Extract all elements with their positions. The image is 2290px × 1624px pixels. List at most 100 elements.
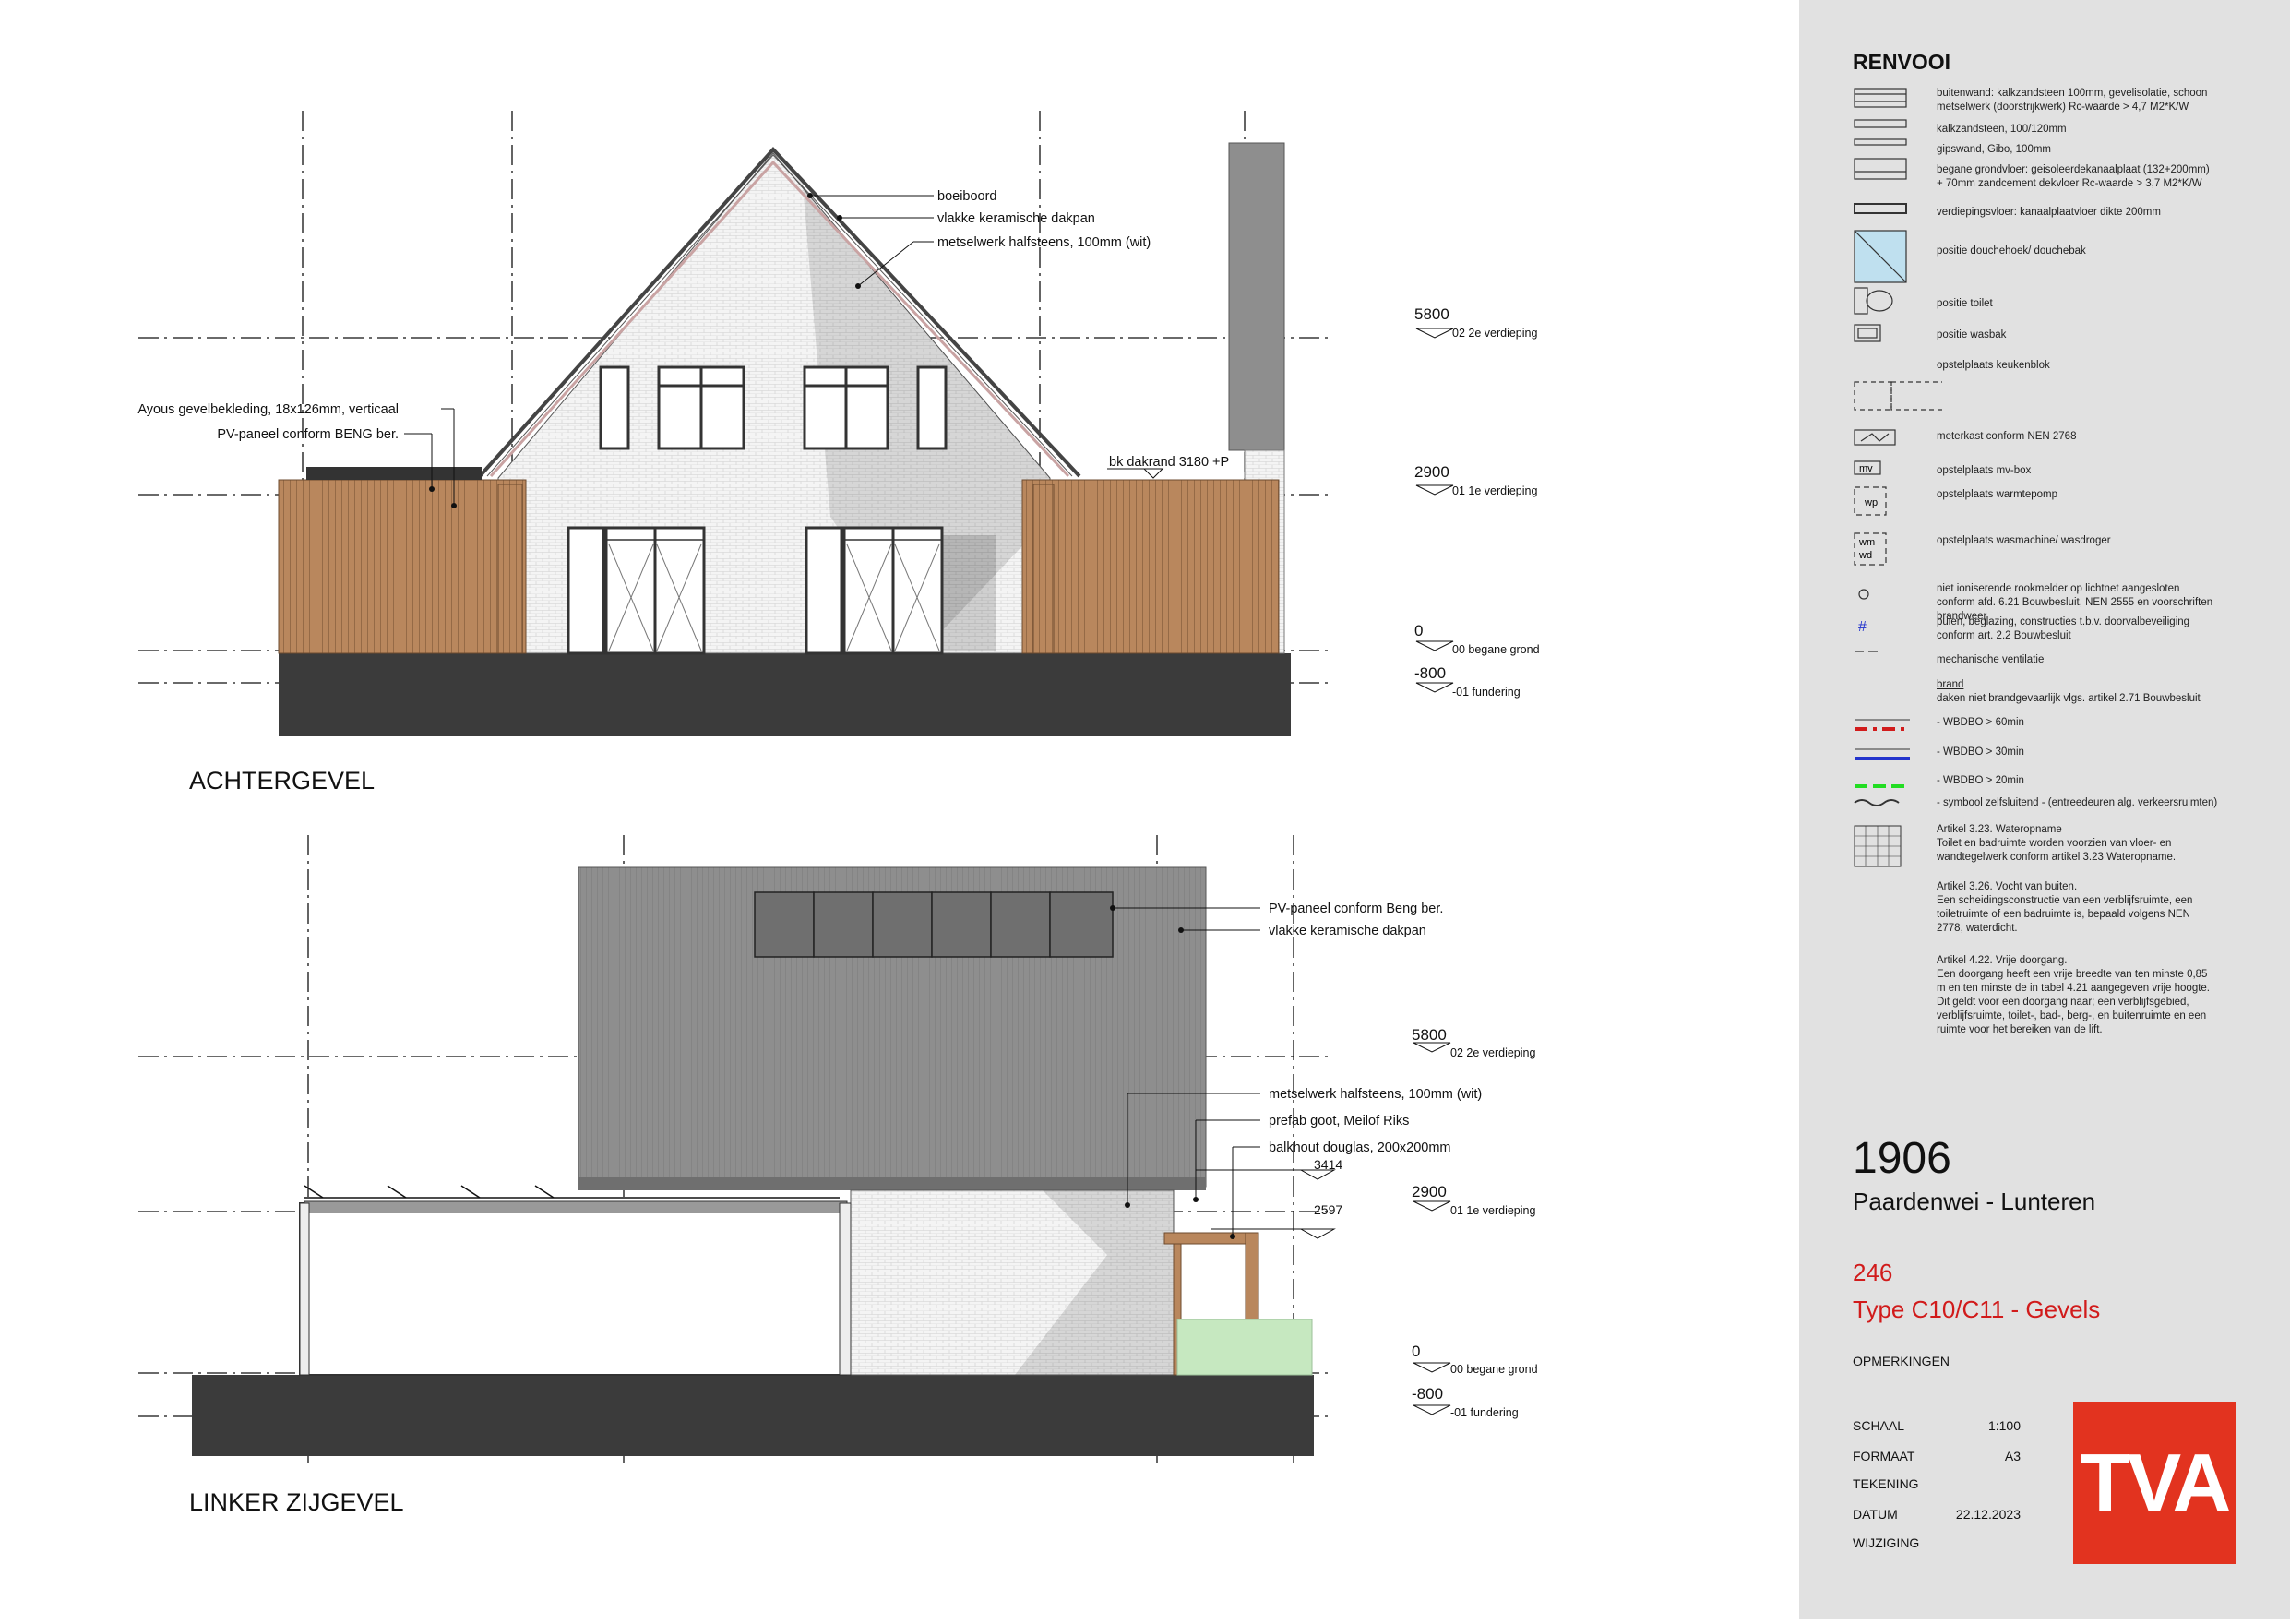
svg-text:2900: 2900 (1414, 463, 1449, 481)
legend-item-3: gipswand, Gibo, 100mm (1937, 144, 2052, 155)
legend-item-9: opstelplaats keukenblok (1937, 360, 2050, 371)
meter-cabinet-icon (1854, 429, 1896, 446)
side-panel: RENVOOI # mv wp wm wd buitenwand: kalkza… (1799, 0, 2290, 1619)
article-3-23: Artikel 3.23. Wateropname Toilet en badr… (1937, 824, 2177, 863)
rear-level-2900: 2900 01 1e verdieping (1414, 463, 1537, 497)
left-green-screen (1176, 1319, 1313, 1376)
article-3-26: Artikel 3.26. Vocht van buiten. Een sche… (1937, 881, 2193, 934)
left-level-5800: 5800 02 2e verdieping (1412, 1026, 1535, 1059)
legend-item-7: positie toilet (1937, 298, 1993, 309)
floor-slab-icon (1854, 203, 1907, 214)
smoke-detector-icon (1858, 589, 1869, 600)
legend-item-10: meterkast conform NEN 2768 (1937, 431, 2077, 442)
svg-text:-01 fundering: -01 fundering (1452, 686, 1521, 699)
legend-item-2: kalkzandsteen, 100/120mm (1937, 124, 2067, 135)
kitchen-icon (1854, 381, 1892, 411)
left-elevation: PV-paneel conform Beng ber. vlakke keram… (138, 835, 1538, 1516)
scale-value: 1:100 (1987, 1418, 2021, 1433)
drawing-title: Type C10/C11 - Gevels (1853, 1296, 2101, 1323)
rear-label-pv: PV-paneel conform BENG ber. (217, 427, 399, 442)
svg-text:0: 0 (1412, 1343, 1420, 1360)
wbdbo-30: - WBDBO > 30min (1937, 746, 2024, 758)
rear-foundation (279, 653, 1291, 736)
drawing-area: boeiboord vlakke keramische dakpan metse… (0, 0, 1799, 1619)
left-level-2900: 2900 01 1e verdieping (1412, 1183, 1535, 1217)
legend-item-1: buitenwand: kalkzandsteen 100mm, gevelis… (1937, 88, 2208, 113)
toilet-icon (1854, 287, 1868, 315)
left-title: LINKER ZIJGEVEL (189, 1488, 404, 1516)
legend-title: RENVOOI (1853, 50, 1951, 74)
self-closing-note: - symbool zelfsluitend - (entreedeuren a… (1937, 797, 2218, 808)
svg-text:00 begane grond: 00 begane grond (1452, 643, 1540, 656)
svg-text:02 2e verdieping: 02 2e verdieping (1450, 1046, 1535, 1059)
left-dim-1: 3414 (1314, 1157, 1342, 1172)
left-label-roof: vlakke keramische dakpan (1269, 924, 1426, 938)
ground-floor-icon (1854, 158, 1907, 180)
wbdbo-60: - WBDBO > 60min (1937, 717, 2024, 728)
legend-item-15: puien, beglazing, constructies t.b.v. do… (1937, 616, 2190, 641)
svg-text:mv: mv (1859, 463, 1873, 474)
project-name: Paardenwei - Lunteren (1853, 1188, 2096, 1215)
legend-item-13: opstelplaats wasmachine/ wasdroger (1937, 535, 2111, 546)
rear-label-roof: vlakke keramische dakpan (937, 211, 1095, 226)
article-4-22: Artikel 4.22. Vrije doorgang. Een doorga… (1937, 955, 2211, 1035)
drawing-number: 246 (1853, 1259, 1893, 1286)
left-label-beam: balkhout douglas, 200x200mm (1269, 1140, 1451, 1155)
svg-text:-01 fundering: -01 fundering (1450, 1406, 1519, 1419)
fall-protection-icon: # (1858, 619, 1867, 635)
svg-text:wm: wm (1858, 537, 1875, 548)
svg-text:5800: 5800 (1412, 1026, 1447, 1044)
svg-text:-800: -800 (1412, 1385, 1443, 1403)
svg-text:0: 0 (1414, 622, 1423, 639)
legend-item-4: begane grondvloer: geisoleerdekanaalplaa… (1937, 164, 2210, 189)
wbdbo-20: - WBDBO > 20min (1937, 775, 2024, 786)
rear-level-0: 0 00 begane grond (1414, 622, 1540, 656)
svg-text:-800: -800 (1414, 664, 1446, 682)
legend-item-5: verdiepingsvloer: kanaalplaatvloer dikte… (1937, 207, 2161, 218)
left-pv-panels (754, 891, 1114, 958)
left-label-masonry: metselwerk halfsteens, 100mm (wit) (1269, 1087, 1482, 1102)
rear-chimney (1228, 142, 1285, 451)
rear-title: ACHTERGEVEL (189, 767, 375, 794)
scale-label: SCHAAL (1853, 1418, 1905, 1433)
rear-elevation: boeiboord vlakke keramische dakpan metse… (137, 111, 1540, 794)
svg-text:wd: wd (1858, 550, 1872, 561)
rear-label-fascia: boeiboord (937, 189, 997, 204)
rear-level-5800: 5800 02 2e verdieping (1414, 305, 1537, 340)
rear-label-cladding: Ayous gevelbekleding, 18x126mm, verticaa… (137, 402, 399, 417)
gypsum-wall-icon (1854, 138, 1907, 146)
elevations-svg: boeiboord vlakke keramische dakpan metse… (137, 111, 1540, 1516)
rear-label-eave: bk dakrand 3180 +P (1109, 455, 1229, 470)
left-level-min800: -800 -01 fundering (1412, 1385, 1519, 1419)
revision-label: WIJZIGING (1853, 1535, 1920, 1550)
project-number: 1906 (1853, 1134, 1951, 1183)
left-pergola-beam (1163, 1232, 1258, 1245)
tva-logo: TVA (2073, 1402, 2236, 1564)
self-closing-icon (1854, 799, 1900, 806)
brand-heading: brand (1937, 679, 1964, 690)
svg-text:01 1e verdieping: 01 1e verdieping (1450, 1204, 1535, 1217)
left-level-0: 0 00 begane grond (1412, 1343, 1538, 1376)
left-label-pv: PV-paneel conform Beng ber. (1269, 902, 1443, 916)
svg-text:2900: 2900 (1412, 1183, 1447, 1200)
svg-text:wp: wp (1864, 497, 1878, 508)
remarks-label: OPMERKINGEN (1853, 1354, 1950, 1368)
legend-item-12: opstelplaats warmtepomp (1937, 489, 2058, 500)
svg-text:5800: 5800 (1414, 305, 1449, 323)
rear-level-min800: -800 -01 fundering (1414, 664, 1521, 699)
format-value: A3 (2004, 1449, 2021, 1463)
date-value: 22.12.2023 (1955, 1507, 2021, 1522)
left-label-gutter: prefab goot, Meilof Riks (1269, 1114, 1409, 1128)
brand-note: daken niet brandgevaarlijk vlgs. artikel… (1937, 693, 2201, 704)
legend-item-6: positie douchehoek/ douchebak (1937, 245, 2086, 257)
svg-text:02 2e verdieping: 02 2e verdieping (1452, 327, 1537, 340)
rear-label-masonry: metselwerk halfsteens, 100mm (wit) (937, 235, 1151, 250)
legend-item-11: opstelplaats mv-box (1937, 465, 2032, 476)
svg-text:01 1e verdieping: 01 1e verdieping (1452, 484, 1537, 497)
legend-item-16: mechanische ventilatie (1937, 654, 2045, 665)
legend-symbols: # mv wp wm wd (1854, 88, 1942, 867)
limestone-icon (1854, 119, 1907, 128)
left-foundation (192, 1375, 1314, 1456)
svg-text:00 begane grond: 00 begane grond (1450, 1363, 1538, 1376)
outer-wall-icon (1854, 88, 1907, 108)
